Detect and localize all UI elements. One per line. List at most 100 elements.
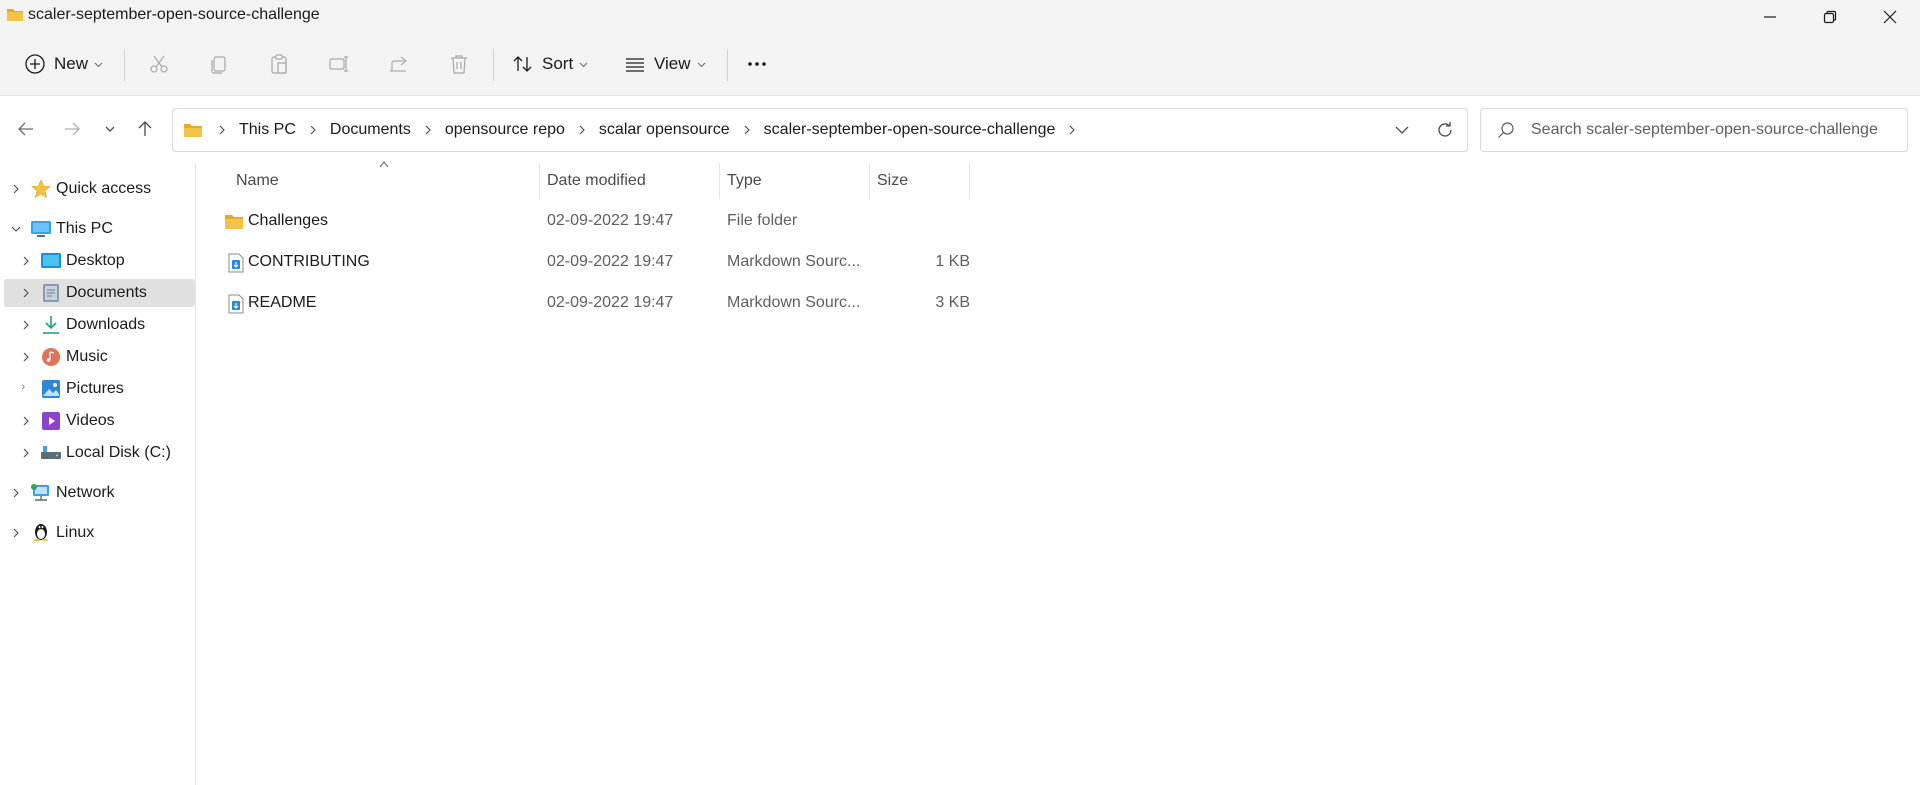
breadcrumb-this-pc[interactable]: This PC	[233, 121, 302, 139]
column-header-type[interactable]: Type	[727, 163, 867, 199]
command-bar: New Sort View	[0, 33, 1920, 96]
sidebar-item-pictures[interactable]: Pictures	[4, 375, 195, 403]
sidebar-item-label: Local Disk (C:)	[66, 444, 171, 461]
chevron-right-icon[interactable]	[20, 447, 32, 459]
plus-circle-icon	[25, 54, 45, 74]
search-placeholder: Search scaler-september-open-source-chal…	[1531, 121, 1878, 138]
close-button[interactable]	[1860, 0, 1920, 33]
share-icon	[390, 56, 407, 72]
rename-button[interactable]	[328, 46, 350, 82]
chevron-right-icon[interactable]	[1067, 125, 1077, 135]
minimize-button[interactable]	[1740, 0, 1800, 33]
more-dots-icon	[748, 62, 766, 66]
up-button[interactable]	[131, 115, 159, 143]
recent-locations-button[interactable]	[96, 115, 124, 143]
file-row-readme[interactable]: README 02-09-2022 19:47 Markdown Sourc..…	[210, 284, 970, 324]
arrow-right-icon	[65, 122, 80, 136]
breadcrumb-current-folder[interactable]: scaler-september-open-source-challenge	[758, 121, 1062, 139]
share-button[interactable]	[388, 46, 410, 82]
column-divider[interactable]	[869, 163, 870, 199]
column-divider[interactable]	[969, 163, 970, 199]
star-icon	[31, 179, 51, 199]
delete-button[interactable]	[448, 46, 470, 82]
divider	[124, 49, 125, 81]
sidebar-item-label: This PC	[56, 220, 113, 237]
sidebar-item-local-disk[interactable]: Local Disk (C:)	[4, 439, 195, 467]
address-bar[interactable]: This PC Documents opensource repo scalar…	[172, 108, 1468, 152]
file-name: CONTRIBUTING	[248, 253, 370, 270]
chevron-right-icon	[310, 125, 316, 135]
chevron-right-icon	[425, 125, 431, 135]
view-label: View	[654, 54, 691, 73]
sidebar-item-linux[interactable]: Linux	[4, 519, 195, 547]
file-date: 02-09-2022 19:47	[547, 294, 674, 311]
sidebar-item-music[interactable]: Music	[4, 343, 195, 371]
file-date: 02-09-2022 19:47	[547, 212, 674, 229]
refresh-icon[interactable]	[1435, 120, 1455, 140]
sidebar-item-label: Network	[56, 484, 115, 501]
chevron-right-icon[interactable]	[20, 255, 32, 267]
sidebar-item-desktop[interactable]: Desktop	[4, 247, 195, 275]
linux-penguin-icon	[34, 524, 48, 541]
file-row-contributing[interactable]: CONTRIBUTING 02-09-2022 19:47 Markdown S…	[210, 243, 970, 283]
sidebar-item-videos[interactable]: Videos	[4, 407, 195, 435]
column-header-size[interactable]: Size	[877, 163, 967, 199]
chevron-right-icon[interactable]	[10, 183, 22, 195]
restore-button[interactable]	[1800, 0, 1860, 33]
sort-icon	[513, 56, 532, 72]
file-row-challenges[interactable]: Challenges 02-09-2022 19:47 File folder	[210, 202, 970, 242]
chevron-right-icon	[219, 125, 225, 135]
sidebar-item-quick-access[interactable]: Quick access	[4, 175, 195, 203]
divider	[493, 49, 494, 81]
sidebar-item-downloads[interactable]: Downloads	[4, 311, 195, 339]
sort-button[interactable]: Sort	[512, 46, 588, 82]
column-header-name[interactable]: Name	[236, 163, 536, 199]
column-header-date[interactable]: Date modified	[547, 163, 717, 199]
new-label: New	[54, 54, 89, 73]
chevron-down-icon[interactable]	[10, 223, 22, 235]
search-input[interactable]: Search scaler-september-open-source-chal…	[1480, 108, 1908, 152]
file-size: 3 KB	[935, 294, 970, 311]
file-size: 1 KB	[935, 253, 970, 270]
chevron-right-icon[interactable]	[20, 415, 32, 427]
sidebar-item-label: Desktop	[66, 252, 125, 269]
file-type: Markdown Sourc...	[727, 253, 861, 270]
file-type: Markdown Sourc...	[727, 294, 861, 311]
folder-icon	[184, 124, 202, 137]
address-history-dropdown-icon[interactable]	[1393, 121, 1411, 139]
chevron-down-icon	[579, 62, 588, 67]
sidebar-item-label: Downloads	[66, 316, 146, 333]
music-icon	[42, 348, 60, 366]
download-icon	[43, 316, 59, 334]
chevron-right-icon[interactable]	[20, 287, 32, 299]
breadcrumb-documents[interactable]: Documents	[324, 121, 417, 139]
chevron-right-icon[interactable]	[20, 319, 32, 331]
chevron-right-icon[interactable]	[10, 487, 22, 499]
sidebar-item-network[interactable]: Network	[4, 479, 195, 507]
chevron-right-icon[interactable]	[10, 527, 22, 539]
new-button[interactable]: New	[24, 46, 103, 82]
paste-button[interactable]	[268, 46, 290, 82]
search-icon	[1498, 122, 1514, 138]
chevron-right-icon[interactable]	[20, 351, 32, 363]
copy-button[interactable]	[208, 46, 230, 82]
cut-button[interactable]	[148, 46, 170, 82]
column-divider[interactable]	[719, 163, 720, 199]
forward-button[interactable]	[58, 115, 86, 143]
navigation-pane: Quick access This PC Desktop Documents D…	[0, 163, 196, 785]
breadcrumb-opensource-repo[interactable]: opensource repo	[439, 121, 571, 139]
folder-icon	[7, 9, 23, 21]
sidebar-item-this-pc[interactable]: This PC	[4, 215, 195, 243]
rename-icon	[329, 56, 348, 72]
divider	[727, 49, 728, 81]
scissors-icon	[150, 55, 168, 73]
view-button[interactable]: View	[624, 46, 706, 82]
breadcrumb-scalar-opensource[interactable]: scalar opensource	[593, 121, 736, 139]
back-button[interactable]	[12, 115, 40, 143]
column-divider[interactable]	[539, 163, 540, 199]
more-options-button[interactable]	[746, 46, 768, 82]
desktop-icon	[41, 253, 61, 268]
view-list-icon	[626, 58, 644, 72]
sidebar-item-documents[interactable]: Documents	[4, 279, 195, 307]
chevron-right-icon[interactable]	[20, 383, 32, 395]
